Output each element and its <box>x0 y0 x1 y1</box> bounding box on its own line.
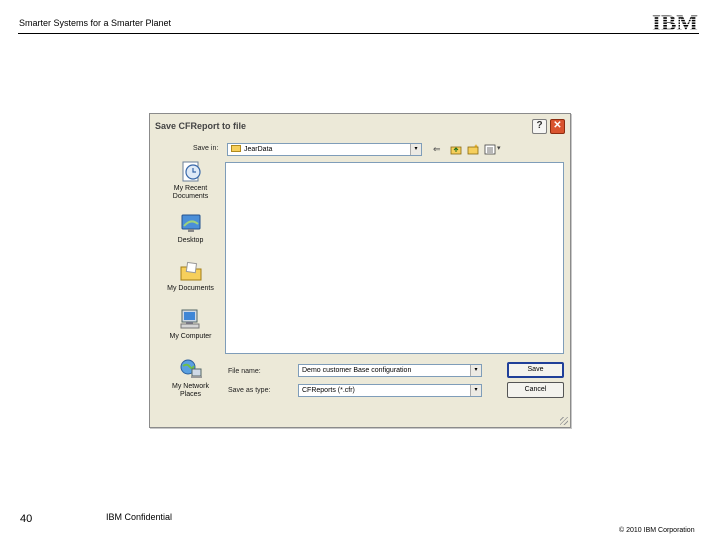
save-type-dropdown[interactable]: CFReports (*.cfr) ▾ <box>298 384 482 397</box>
up-folder-icon[interactable] <box>450 143 462 155</box>
ibm-logo-text: IBM <box>652 12 698 32</box>
cancel-button[interactable]: Cancel <box>507 382 564 398</box>
place-label: My Recent Documents <box>172 185 209 200</box>
file-name-value: Demo customer Base configuration <box>302 367 412 374</box>
chevron-down-icon[interactable]: ▾ <box>470 385 481 396</box>
file-name-label: File name: <box>228 368 261 375</box>
my-computer-icon <box>180 309 199 329</box>
save-type-value: CFReports (*.cfr) <box>302 387 355 394</box>
confidential-label: IBM Confidential <box>106 512 173 522</box>
save-in-dropdown[interactable]: JearData ▾ <box>227 143 422 156</box>
folder-icon <box>231 145 241 152</box>
places-bar: My Recent Documents Desktop My Documents <box>163 159 218 404</box>
file-name-input[interactable]: Demo customer Base configuration ▾ <box>298 364 482 377</box>
recent-documents-icon <box>182 161 201 182</box>
close-button[interactable]: ✕ <box>550 119 565 134</box>
chevron-down-icon[interactable]: ▾ <box>470 365 481 376</box>
save-in-value: JearData <box>244 146 273 153</box>
my-documents-icon <box>180 261 201 281</box>
place-network[interactable]: My Network Places <box>163 357 218 399</box>
save-button[interactable]: Save <box>507 362 564 378</box>
view-menu-icon[interactable] <box>484 143 496 155</box>
place-recent-documents[interactable]: My Recent Documents <box>163 159 218 201</box>
save-in-label: Save in: <box>193 145 219 152</box>
file-list-pane[interactable] <box>225 162 564 354</box>
place-label: Desktop <box>177 237 204 244</box>
place-my-computer[interactable]: My Computer <box>163 307 218 341</box>
copyright-label: © 2010 IBM Corporation <box>619 527 695 534</box>
place-my-documents[interactable]: My Documents <box>163 259 218 293</box>
header-rule <box>18 33 699 34</box>
dialog-title: Save CFReport to file <box>155 121 247 131</box>
slide-header-text: Smarter Systems for a Smarter Planet <box>19 18 172 28</box>
back-icon[interactable]: ⇐ <box>433 143 441 155</box>
network-places-icon <box>180 359 202 378</box>
save-dialog: Save CFReport to file ? ✕ Save in: JearD… <box>149 113 571 428</box>
new-folder-icon[interactable] <box>467 143 479 155</box>
desktop-icon <box>181 214 200 232</box>
place-label: My Network Places <box>172 383 209 398</box>
ibm-logo: IBM <box>652 12 698 32</box>
view-menu-chevron-icon[interactable]: ▾ <box>497 143 501 155</box>
place-label: My Documents <box>167 285 214 292</box>
place-label: My Computer <box>169 333 212 340</box>
save-type-label: Save as type: <box>228 387 271 394</box>
chevron-down-icon[interactable]: ▾ <box>410 144 421 155</box>
resize-grip[interactable] <box>560 417 568 425</box>
place-desktop[interactable]: Desktop <box>163 211 218 245</box>
help-button[interactable]: ? <box>532 119 547 134</box>
slide-number: 40 <box>20 513 33 525</box>
